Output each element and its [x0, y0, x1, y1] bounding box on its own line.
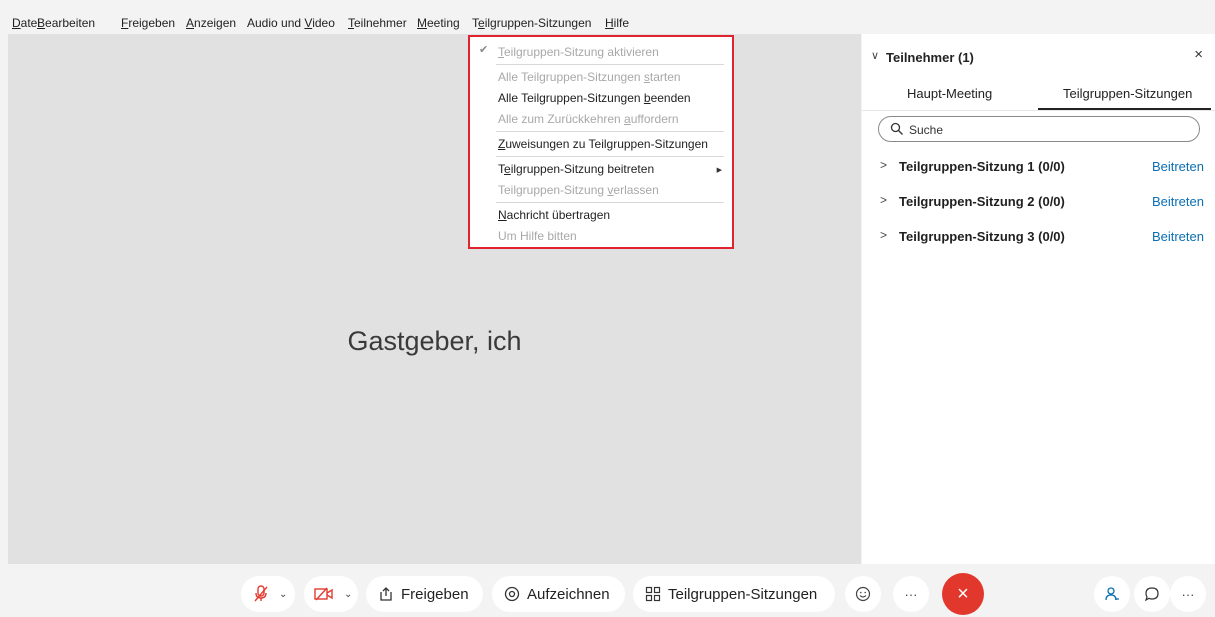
chevron-down-icon[interactable]: ⌄	[279, 589, 287, 600]
breakout-session-name: Teilgruppen-Sitzung 3 (0/0)	[899, 229, 1065, 244]
menu-item-leave-breakout[interactable]: Teilgruppen-Sitzung verlassen	[498, 183, 659, 197]
close-icon: ×	[957, 582, 969, 605]
breakout-sessions-button[interactable]: Teilgruppen-Sitzungen	[633, 576, 835, 612]
menu-item-start-all[interactable]: Alle Teilgruppen-Sitzungen starten	[498, 70, 681, 84]
menu-bar: Datei Bearbeiten Freigeben Anzeigen Audi…	[0, 0, 1215, 34]
close-icon[interactable]: ×	[1194, 46, 1203, 63]
chat-button[interactable]	[1134, 576, 1170, 612]
microphone-muted-icon	[254, 585, 268, 602]
breakout-session-row[interactable]: > Teilgruppen-Sitzung 2 (0/0) Beitreten	[862, 186, 1215, 216]
menu-datei[interactable]: Datei	[12, 16, 40, 30]
join-session-link[interactable]: Beitreten	[1152, 159, 1204, 174]
menu-teilnehmer[interactable]: Teilnehmer	[348, 16, 407, 30]
menu-teilgruppen-sitzungen[interactable]: Teilgruppen-Sitzungen	[472, 16, 591, 30]
menu-item-broadcast-message[interactable]: Nachricht übertragen	[498, 208, 610, 222]
share-button[interactable]: Freigeben	[366, 576, 483, 612]
tab-divider	[862, 110, 1215, 111]
menu-item-join-breakout[interactable]: Teilgruppen-Sitzung beitreten	[498, 162, 654, 176]
breakout-session-row[interactable]: > Teilgruppen-Sitzung 3 (0/0) Beitreten	[862, 221, 1215, 251]
tab-breakout-sessions[interactable]: Teilgruppen-Sitzungen	[1063, 86, 1192, 101]
search-icon	[890, 122, 903, 135]
menu-meeting[interactable]: Meeting	[417, 16, 460, 30]
menu-bearbeiten[interactable]: Bearbeiten	[37, 16, 95, 30]
breakout-session-name: Teilgruppen-Sitzung 2 (0/0)	[899, 194, 1065, 209]
more-dots-icon: ···	[1181, 586, 1195, 602]
participant-name: Gastgeber, ich	[347, 326, 522, 356]
collapse-chevron-icon[interactable]: ∨	[871, 49, 879, 62]
share-icon	[380, 587, 392, 601]
menu-item-ask-help[interactable]: Um Hilfe bitten	[498, 229, 577, 243]
menu-separator	[496, 64, 724, 65]
breakout-sessions-label: Teilgruppen-Sitzungen	[668, 585, 818, 603]
chevron-right-icon[interactable]: >	[880, 158, 887, 172]
camera-off-icon	[314, 587, 333, 601]
reactions-button[interactable]	[845, 576, 881, 612]
participants-panel: ∨ Teilnehmer (1) × Haupt-Meeting Teilgru…	[862, 34, 1215, 564]
menu-item-enable-breakout[interactable]: Teilgruppen-Sitzung aktivieren	[498, 45, 659, 59]
panel-more-button[interactable]: ···	[1170, 576, 1206, 612]
chevron-down-icon[interactable]: ⌄	[344, 589, 352, 600]
search-input[interactable]	[907, 119, 1191, 141]
record-label: Aufzeichnen	[527, 585, 610, 603]
panel-title: Teilnehmer (1)	[886, 50, 974, 65]
record-icon	[504, 586, 520, 602]
tab-main-meeting[interactable]: Haupt-Meeting	[907, 86, 992, 101]
join-session-link[interactable]: Beitreten	[1152, 229, 1204, 244]
menu-audio-video[interactable]: Audio und Video	[247, 16, 335, 30]
share-label: Freigeben	[401, 585, 469, 603]
menu-hilfe[interactable]: Hilfe	[605, 16, 629, 30]
chat-bubble-icon	[1144, 587, 1159, 602]
chevron-right-icon[interactable]: >	[880, 228, 887, 242]
smiley-icon	[855, 586, 871, 602]
checkmark-icon: ✔	[479, 44, 489, 56]
breakout-grid-icon	[645, 586, 661, 602]
mute-button[interactable]: ⌄	[241, 576, 295, 612]
search-box	[878, 116, 1200, 142]
breakout-session-row[interactable]: > Teilgruppen-Sitzung 1 (0/0) Beitreten	[862, 151, 1215, 181]
participants-button[interactable]	[1094, 576, 1130, 612]
end-meeting-button[interactable]: ×	[942, 573, 984, 615]
more-options-button[interactable]: ···	[893, 576, 929, 612]
menu-item-end-all[interactable]: Alle Teilgruppen-Sitzungen beenden	[498, 91, 691, 105]
chevron-right-icon[interactable]: >	[880, 193, 887, 207]
meeting-controls-bar: ⌄ ⌄ Freigeben Aufzeichnen Teilgruppen-Si…	[0, 564, 1215, 617]
breakout-session-name: Teilgruppen-Sitzung 1 (0/0)	[899, 159, 1065, 174]
menu-separator	[496, 202, 724, 203]
join-session-link[interactable]: Beitreten	[1152, 194, 1204, 209]
record-button[interactable]: Aufzeichnen	[492, 576, 625, 612]
video-button[interactable]: ⌄	[304, 576, 358, 612]
submenu-arrow-icon: ▶	[716, 167, 722, 174]
breakout-menu-dropdown: ✔ Teilgruppen-Sitzung aktivieren Alle Te…	[468, 35, 734, 249]
active-tab-indicator	[1038, 108, 1211, 110]
menu-freigeben[interactable]: Freigeben	[121, 16, 175, 30]
menu-anzeigen[interactable]: Anzeigen	[186, 16, 236, 30]
menu-separator	[496, 156, 724, 157]
menu-separator	[496, 131, 724, 132]
more-dots-icon: ···	[904, 586, 918, 602]
participants-icon	[1105, 587, 1119, 601]
menu-item-assignments[interactable]: Zuweisungen zu Teilgruppen-Sitzungen	[498, 137, 708, 151]
menu-item-ask-return[interactable]: Alle zum Zurückkehren auffordern	[498, 112, 679, 126]
